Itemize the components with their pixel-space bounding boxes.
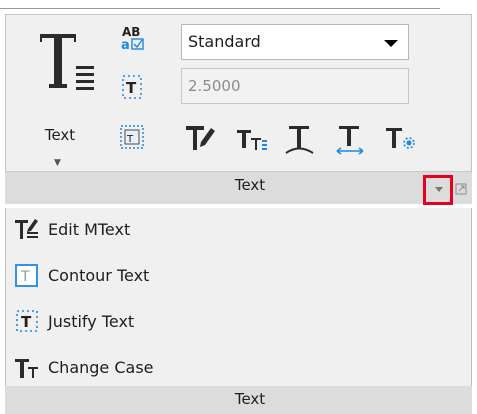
text-arc-icon[interactable]: [283, 120, 319, 156]
menu-item-label: Contour Text: [48, 266, 150, 285]
text-style-dropdown[interactable]: Standard: [181, 24, 409, 60]
svg-text:T: T: [20, 269, 30, 285]
justify-text-icon: T: [16, 310, 38, 332]
chevron-down-icon: ▼: [54, 158, 61, 168]
panel-title: Text: [234, 176, 266, 194]
contour-text-icon: T: [15, 264, 38, 287]
dropdown-footer-label: Text: [234, 390, 266, 408]
dialog-launcher-icon[interactable]: [455, 183, 467, 195]
text-big-button[interactable]: Text ▼: [14, 20, 106, 170]
text-size-icon[interactable]: [234, 120, 270, 156]
menu-item-justify-text[interactable]: T Justify Text: [14, 306, 454, 338]
text-mask-icon[interactable]: [383, 120, 419, 156]
edit-mtext-icon: [15, 219, 38, 239]
text-height-field[interactable]: 2.5000: [181, 68, 409, 104]
text-icon: [40, 34, 94, 90]
text-edit-icon[interactable]: [182, 120, 218, 156]
svg-text:a: a: [121, 38, 130, 53]
text-align-icon[interactable]: [333, 120, 369, 156]
text-style-value: Standard: [188, 32, 261, 51]
svg-text:AB: AB: [122, 25, 140, 39]
text-height-icon[interactable]: T: [117, 72, 147, 102]
svg-text:T: T: [126, 134, 134, 145]
text-height-value: 2.5000: [188, 77, 241, 95]
svg-text:T: T: [21, 313, 32, 331]
menu-item-change-case[interactable]: Change Case: [14, 352, 454, 384]
svg-text:T: T: [126, 79, 137, 97]
top-border: [0, 8, 440, 9]
check-spelling-icon[interactable]: AB a: [117, 24, 147, 54]
text-frame-icon[interactable]: T: [117, 122, 147, 152]
change-case-icon: [15, 359, 38, 378]
panel-expand-button[interactable]: [423, 175, 453, 205]
menu-item-label: Justify Text: [48, 312, 135, 331]
menu-item-contour-text[interactable]: T Contour Text: [14, 260, 454, 292]
menu-item-label: Change Case: [48, 358, 154, 377]
menu-item-label: Edit MText: [48, 220, 131, 239]
menu-item-edit-mtext[interactable]: Edit MText: [14, 214, 454, 246]
chevron-down-icon: [435, 187, 443, 192]
dropdown-arrow-icon: [384, 40, 398, 47]
text-button-label: Text: [44, 126, 76, 144]
